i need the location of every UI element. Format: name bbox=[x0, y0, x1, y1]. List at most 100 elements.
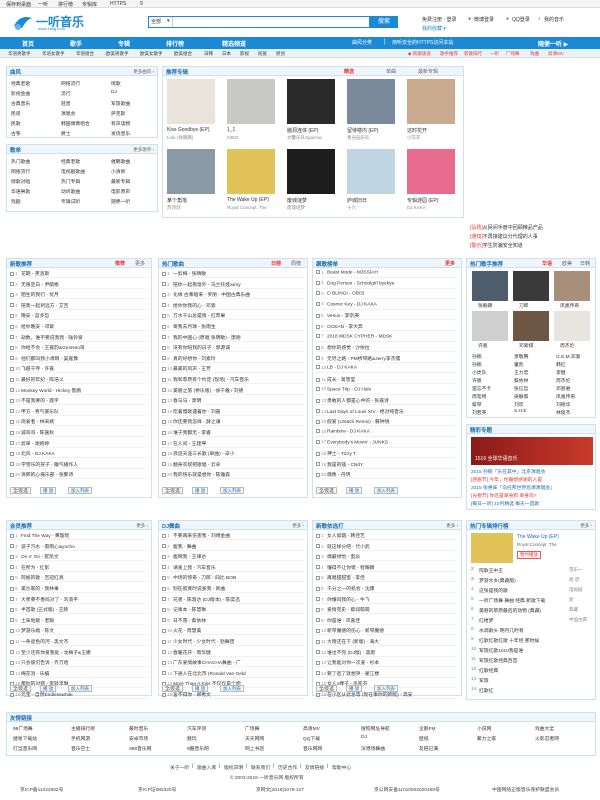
song-title[interactable]: OCEAN - 李大奔 bbox=[327, 325, 363, 330]
singer-name[interactable]: 小虎队 bbox=[472, 369, 486, 376]
song-checkbox[interactable] bbox=[10, 618, 14, 623]
singer-name[interactable]: 张信哲 bbox=[514, 385, 528, 392]
song-row[interactable]: 5 中场的惊奇 - 刀郎 - 四比 BOB bbox=[162, 574, 304, 583]
song-checkbox[interactable] bbox=[162, 345, 166, 350]
song-title[interactable]: 谁于我都无 - 李睿 bbox=[173, 431, 211, 436]
song-checkbox[interactable] bbox=[162, 388, 166, 393]
song-checkbox[interactable] bbox=[10, 366, 14, 371]
singer-name[interactable]: 刘若英 bbox=[472, 409, 486, 416]
album-cover[interactable] bbox=[227, 79, 275, 124]
song-checkbox[interactable] bbox=[162, 292, 166, 297]
my-favorites-dropdown[interactable]: 我的收藏 ▾ bbox=[422, 25, 446, 32]
song-row[interactable]: 11成长 - 蒋雪莹 bbox=[316, 376, 458, 384]
footer-link[interactable]: 友情链接 bbox=[305, 764, 324, 771]
song-title[interactable]: 不要再来伤害我 - 刘傅金曲 bbox=[173, 534, 230, 539]
icp-item[interactable]: 京ICP证080320号 bbox=[138, 786, 176, 793]
friend-link[interactable]: 广场舞 bbox=[245, 725, 259, 732]
singer-photo-name[interactable]: 邓紫棋 bbox=[519, 342, 533, 349]
song-checkbox[interactable] bbox=[10, 271, 14, 276]
song-row[interactable]: 9 你是谁 - 邓嘉佳 bbox=[316, 617, 458, 625]
song-row[interactable]: 4 懂得不让你错 - 程耀颖 bbox=[316, 564, 458, 572]
footer-link[interactable]: 歌曲入库 bbox=[197, 764, 216, 771]
song-checkbox[interactable] bbox=[10, 356, 14, 361]
song-title[interactable]: 就这样分吧 - 代小武 bbox=[327, 545, 370, 550]
song-title[interactable]: 寄我去月球 - 张雨生 bbox=[173, 325, 216, 330]
song-row[interactable]: 20偶像 - 丹玥 bbox=[316, 471, 458, 480]
song-title[interactable]: 剪单 - 谢婉婷 bbox=[21, 442, 49, 447]
playlist-item[interactable]: 专辑试听 bbox=[61, 198, 80, 205]
song-row[interactable]: 11一条遮色的河 - 黑文杰 bbox=[10, 638, 148, 646]
song-title[interactable]: 瘦我 - 舞曲 bbox=[173, 545, 196, 550]
song-title[interactable]: 甲方 - 青气暴乐队 bbox=[21, 410, 59, 415]
song-row[interactable]: 13不是我要的 - 鹿宇 bbox=[10, 397, 148, 406]
song-row[interactable]: 10新琴魔德的伤心 - 新琴魔德 bbox=[316, 627, 458, 636]
singer-name[interactable]: S.H.E bbox=[514, 409, 527, 414]
song-title[interactable]: 让我能对你一次爱 - 杉本 bbox=[327, 661, 379, 666]
song-title[interactable]: 吃着慢歌遇着你 - 刘嘉 bbox=[173, 410, 220, 415]
song-row[interactable]: 14Last Days of Louis XIV - 绝对纯音乐 bbox=[316, 408, 458, 416]
song-row[interactable]: 2 Dog Person - Schoolgirl byebye bbox=[316, 280, 458, 289]
song-row[interactable]: 6 OCEAN - 李大奔 bbox=[316, 323, 458, 331]
footer-link[interactable]: 关于一听 bbox=[170, 764, 189, 771]
playlist-item[interactable]: 热门专辑 bbox=[61, 178, 80, 185]
song-title[interactable]: 春暖花开 - 周华健 bbox=[173, 651, 211, 656]
subnav-item[interactable]: 华语女歌手 bbox=[42, 51, 65, 57]
friend-link[interactable]: 壁纸 bbox=[419, 735, 429, 742]
song-title[interactable]: 2018 MDSK CYPHER - MDSK bbox=[327, 334, 392, 339]
song-checkbox[interactable] bbox=[10, 544, 14, 549]
song-title[interactable]: 记事本 - 陈慧琳 bbox=[173, 608, 206, 613]
playlist-more-link[interactable]: 更多歌单 › bbox=[133, 147, 154, 153]
song-row[interactable]: 1 一剪梅 - 张晴敏 bbox=[162, 270, 304, 278]
song-title[interactable]: O BLINGI - OB03 bbox=[327, 292, 364, 297]
song-title[interactable]: 请爱上我 - 汽车音乐 bbox=[173, 566, 216, 571]
song-checkbox[interactable] bbox=[162, 650, 166, 655]
album-cover[interactable] bbox=[227, 149, 275, 194]
song-row[interactable]: 8 半首歌 (正式版) - 王赫 bbox=[10, 606, 148, 615]
song-title[interactable]: 要了爸了就想哭 - 翟江楼 bbox=[327, 672, 379, 677]
nav-albums[interactable]: 专辑 bbox=[118, 39, 130, 48]
song-title[interactable]: 我的快乐就是想你 - 陈雅森 bbox=[173, 473, 230, 478]
song-title[interactable]: 我和草原有个约定 (现场) - 汽车音乐 bbox=[173, 378, 249, 383]
song-row[interactable]: 16谁于我都无 - 李睿 bbox=[162, 429, 304, 437]
subnav-right[interactable]: 一听 bbox=[490, 51, 499, 57]
song-row[interactable]: 14甲方 - 青气暴乐队 bbox=[10, 408, 148, 416]
song-row[interactable]: 7 兄弟 - 陈淑达 (DJ版本) - 陈奕迅 bbox=[162, 596, 304, 604]
singer-photo[interactable] bbox=[554, 271, 590, 301]
play-button[interactable]: 播 放 bbox=[346, 685, 363, 692]
song-checkbox[interactable] bbox=[162, 692, 166, 697]
singer-name[interactable]: 蔡琴 bbox=[472, 401, 482, 408]
song-title[interactable]: 成长 - 蒋雪莹 bbox=[327, 378, 355, 383]
song-row[interactable]: 3 On n' On - 崔凯文 bbox=[10, 553, 148, 562]
song-checkbox[interactable] bbox=[10, 419, 14, 424]
list-more-link[interactable]: 更多 › bbox=[292, 523, 304, 529]
song-title[interactable]: 你还要我怎样 - 薛之谦 bbox=[173, 420, 220, 425]
special-item[interactable]: [每日一听] 10月精选 每天一首歌 bbox=[471, 500, 539, 507]
song-checkbox[interactable] bbox=[316, 398, 320, 403]
song-checkbox[interactable] bbox=[316, 650, 320, 655]
song-title[interactable]: 无限宣白 - 尹毓格 bbox=[21, 283, 59, 288]
subnav-item[interactable]: 原创 bbox=[276, 51, 285, 57]
song-checkbox[interactable] bbox=[316, 554, 320, 559]
song-title[interactable]: 再唱甜甜蜜 - 李佳 bbox=[327, 576, 365, 581]
song-row[interactable]: 9 他们都叫我小溥啊 - 吴嘉豫 bbox=[10, 355, 148, 363]
song-checkbox[interactable] bbox=[162, 618, 166, 623]
icp-item[interactable]: 中国网络正版音乐保护联盟会员 bbox=[492, 786, 559, 793]
song-checkbox[interactable] bbox=[162, 282, 166, 287]
song-title[interactable]: 最好的年纪 - 陈浩义 bbox=[21, 378, 64, 383]
select-all-button[interactable]: 全/反选 bbox=[316, 685, 337, 692]
song-row[interactable]: 15你还要我怎样 - 薛之谦 bbox=[162, 418, 304, 427]
song-title[interactable]: 你懂吗我的心 - 牛飞 bbox=[327, 598, 370, 603]
list-more-link[interactable]: 更多 › bbox=[136, 523, 148, 529]
song-checkbox[interactable] bbox=[10, 292, 14, 297]
song-checkbox[interactable] bbox=[10, 671, 14, 676]
song-checkbox[interactable] bbox=[316, 386, 320, 391]
list-more-link[interactable]: 更多 › bbox=[446, 523, 458, 529]
song-row[interactable]: 8 想你的感觉 - 沙依拉 bbox=[316, 344, 458, 353]
nav-singers[interactable]: 歌手 bbox=[70, 39, 82, 48]
song-title[interactable]: 元宝 - 自然Endlesswhite bbox=[21, 693, 73, 698]
song-row[interactable]: 16Rainbow - DJ KAKA bbox=[316, 429, 458, 437]
song-row[interactable]: 10飞越千寺 - 许嘉 bbox=[10, 365, 148, 374]
select-all-button[interactable]: 全/反选 bbox=[10, 487, 31, 494]
song-row[interactable]: 5 晚安 - 蓝多哲 bbox=[10, 312, 148, 321]
song-checkbox[interactable] bbox=[316, 429, 320, 433]
